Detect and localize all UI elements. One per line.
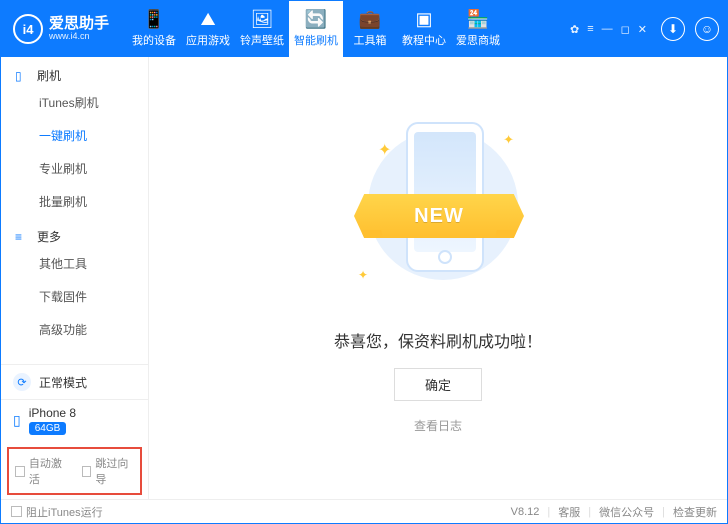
flash-icon: 🔄 bbox=[305, 10, 327, 28]
skin-icon[interactable]: ✿ bbox=[570, 23, 579, 36]
minimize-icon[interactable]: — bbox=[602, 23, 613, 36]
new-ribbon: NEW bbox=[354, 194, 524, 238]
device-name: iPhone 8 bbox=[29, 406, 76, 420]
wechat-link[interactable]: 微信公众号 bbox=[599, 504, 654, 520]
ok-button[interactable]: 确定 bbox=[394, 368, 482, 401]
view-log-link[interactable]: 查看日志 bbox=[414, 417, 462, 434]
titlebar: i4 爱思助手 www.i4.cn 📱我的设备 ⛰应用游戏 🖼铃声壁纸 🔄智能刷… bbox=[1, 1, 727, 57]
tab-store[interactable]: 🏪爱思商城 bbox=[451, 1, 505, 57]
close-icon[interactable]: ✕ bbox=[638, 23, 647, 36]
sidebar-item-oneclick-flash[interactable]: 一键刷机 bbox=[1, 119, 148, 152]
auto-activate-checkbox[interactable]: 自动激活 bbox=[15, 455, 68, 487]
window-controls: ✿ ≡ — ◻ ✕ bbox=[570, 23, 647, 36]
skip-guide-checkbox[interactable]: 跳过向导 bbox=[82, 455, 135, 487]
sidebar-item-other-tools[interactable]: 其他工具 bbox=[1, 247, 148, 280]
tab-tutorials[interactable]: ▣教程中心 bbox=[397, 1, 451, 57]
sidebar-item-pro-flash[interactable]: 专业刷机 bbox=[1, 152, 148, 185]
block-itunes-checkbox[interactable]: 阻止iTunes运行 bbox=[11, 504, 103, 520]
sparkle-icon: ✦ bbox=[503, 132, 514, 148]
main-tabs: 📱我的设备 ⛰应用游戏 🖼铃声壁纸 🔄智能刷机 💼工具箱 ▣教程中心 🏪爱思商城 bbox=[127, 1, 505, 57]
menu-icon[interactable]: ≡ bbox=[587, 23, 593, 36]
main-panel: ✦ ✦ ✦ NEW 恭喜您，保资料刷机成功啦！ 确定 查看日志 bbox=[149, 57, 727, 499]
tab-my-device[interactable]: 📱我的设备 bbox=[127, 1, 181, 57]
app-title: 爱思助手 bbox=[49, 16, 109, 33]
sidebar-group-flash: ▯ 刷机 bbox=[1, 57, 148, 86]
sparkle-icon: ✦ bbox=[378, 140, 391, 160]
mode-label: 正常模式 bbox=[39, 374, 87, 391]
download-button[interactable]: ⬇ bbox=[661, 17, 685, 41]
activation-options: 自动激活 跳过向导 bbox=[7, 447, 142, 495]
sidebar-item-itunes-flash[interactable]: iTunes刷机 bbox=[1, 86, 148, 119]
maximize-icon[interactable]: ◻ bbox=[621, 23, 630, 36]
more-icon: ≡ bbox=[15, 230, 29, 244]
sidebar-group-more: ≡ 更多 bbox=[1, 218, 148, 247]
logo: i4 爱思助手 www.i4.cn bbox=[13, 14, 109, 44]
sidebar-item-batch-flash[interactable]: 批量刷机 bbox=[1, 185, 148, 218]
sparkle-icon: ✦ bbox=[358, 268, 368, 282]
mode-icon: ⟳ bbox=[13, 373, 31, 391]
device-phone-icon: ▯ bbox=[13, 412, 21, 429]
logo-icon: i4 bbox=[13, 14, 43, 44]
device-icon: 📱 bbox=[143, 10, 165, 28]
success-message: 恭喜您，保资料刷机成功啦！ bbox=[334, 328, 542, 352]
status-bar: 阻止iTunes运行 V8.12 | 客服 | 微信公众号 | 检查更新 bbox=[1, 499, 727, 523]
check-update-link[interactable]: 检查更新 bbox=[673, 504, 717, 520]
sidebar: ▯ 刷机 iTunes刷机 一键刷机 专业刷机 批量刷机 ≡ 更多 其他工具 下… bbox=[1, 57, 149, 499]
toolbox-icon: 💼 bbox=[359, 10, 381, 28]
sidebar-item-download-fw[interactable]: 下载固件 bbox=[1, 280, 148, 313]
apps-icon: ⛰ bbox=[200, 10, 215, 28]
store-icon: 🏪 bbox=[467, 10, 489, 28]
tab-toolbox[interactable]: 💼工具箱 bbox=[343, 1, 397, 57]
success-illustration: ✦ ✦ ✦ NEW bbox=[328, 122, 548, 322]
account-button[interactable]: ☺ bbox=[695, 17, 719, 41]
support-link[interactable]: 客服 bbox=[558, 504, 580, 520]
app-subtitle: www.i4.cn bbox=[49, 32, 109, 42]
phone-icon: ▯ bbox=[15, 69, 29, 83]
tutorial-icon: ▣ bbox=[416, 10, 433, 28]
tab-ringtones[interactable]: 🖼铃声壁纸 bbox=[235, 1, 289, 57]
device-row[interactable]: ▯ iPhone 8 64GB bbox=[1, 399, 148, 443]
version-label: V8.12 bbox=[511, 506, 540, 518]
tab-apps[interactable]: ⛰应用游戏 bbox=[181, 1, 235, 57]
sidebar-item-advanced[interactable]: 高级功能 bbox=[1, 313, 148, 346]
storage-badge: 64GB bbox=[29, 422, 67, 435]
media-icon: 🖼 bbox=[251, 10, 274, 28]
tab-flash[interactable]: 🔄智能刷机 bbox=[289, 1, 343, 57]
device-mode-row[interactable]: ⟳ 正常模式 bbox=[1, 364, 148, 399]
